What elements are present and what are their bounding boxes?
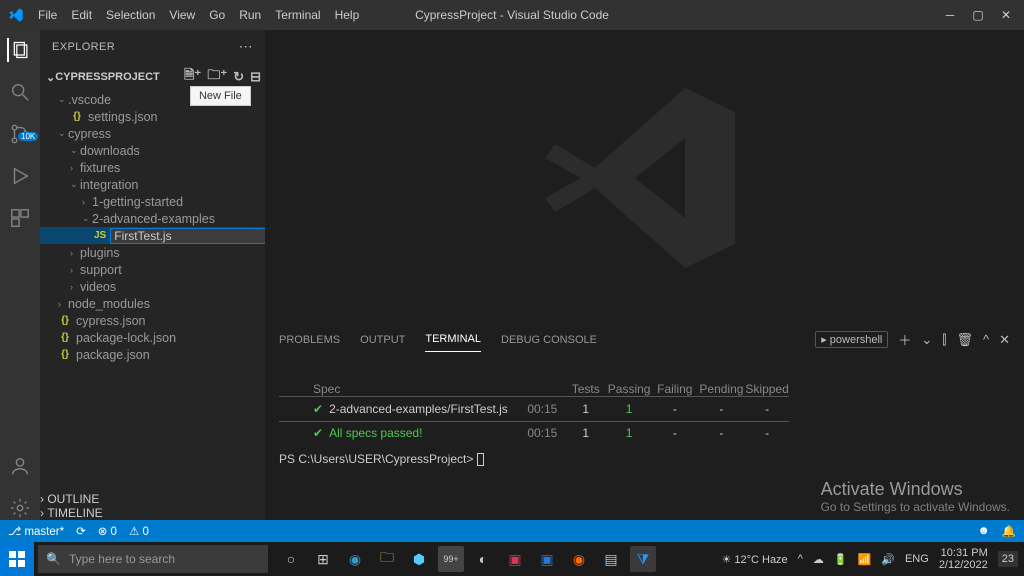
- tray-clock[interactable]: 10:31 PM2/12/2022: [939, 547, 988, 571]
- tray-language[interactable]: ENG: [905, 553, 929, 565]
- kill-terminal-icon[interactable]: 🗑: [956, 332, 973, 348]
- activity-account-icon[interactable]: [8, 454, 32, 478]
- notepad-icon[interactable]: ▤: [598, 546, 624, 572]
- taskbar-search[interactable]: 🔍 Type here to search: [38, 545, 268, 573]
- tray-wifi-icon[interactable]: 📶: [858, 553, 872, 566]
- project-name: CYPRESSPROJECT: [55, 71, 160, 83]
- weather-widget[interactable]: ☀ 12°C Haze: [721, 553, 787, 566]
- split-terminal-icon[interactable]: ⫿: [942, 332, 946, 348]
- new-file-name-input[interactable]: [110, 228, 265, 244]
- close-panel-icon[interactable]: ✕: [999, 332, 1010, 348]
- js-file-icon: JS: [94, 230, 106, 241]
- status-branch[interactable]: ⎇ master*: [8, 524, 64, 538]
- firefox-icon[interactable]: ◉: [566, 546, 592, 572]
- menu-run[interactable]: Run: [233, 4, 267, 26]
- cortana-icon[interactable]: ○: [278, 546, 304, 572]
- tree-file-cypress-json[interactable]: {}cypress.json: [40, 312, 265, 329]
- terminal-summary-row: ✔All specs passed! 00:15 1 1 - - -: [279, 422, 789, 444]
- tree-folder-getting-started[interactable]: ›1-getting-started: [40, 193, 265, 210]
- vscode-logo-icon: [8, 7, 24, 23]
- chrome-icon[interactable]: ◐: [470, 546, 496, 572]
- chevron-down-icon[interactable]: ⌄: [921, 332, 932, 348]
- status-errors[interactable]: ⊗ 0: [98, 524, 117, 538]
- terminal-prompt[interactable]: PS C:\Users\USER\CypressProject>: [279, 452, 1010, 466]
- tree-folder-cypress[interactable]: ⌄cypress: [40, 125, 265, 142]
- explorer-more-icon[interactable]: ⋯: [239, 38, 253, 55]
- tree-folder-node-modules[interactable]: ›node_modules: [40, 295, 265, 312]
- store-icon[interactable]: ⬢: [406, 546, 432, 572]
- tree-folder-videos[interactable]: ›videos: [40, 278, 265, 295]
- maximize-icon[interactable]: ▢: [972, 8, 984, 22]
- new-terminal-icon[interactable]: ＋: [898, 330, 911, 349]
- word-icon[interactable]: ▣: [534, 546, 560, 572]
- new-file-icon[interactable]: 🗎⁺: [184, 66, 201, 88]
- windows-start-button[interactable]: [0, 542, 34, 576]
- activity-extensions-icon[interactable]: [8, 206, 32, 230]
- activity-debug-icon[interactable]: [8, 164, 32, 188]
- activity-settings-icon[interactable]: [8, 496, 32, 520]
- timeline-section[interactable]: › TIMELINE: [40, 506, 265, 520]
- tree-new-file-input-row[interactable]: JS: [40, 227, 265, 244]
- close-icon[interactable]: ✕: [1000, 8, 1012, 22]
- status-warnings[interactable]: ⚠ 0: [129, 524, 149, 538]
- status-sync-icon[interactable]: ⟳: [76, 524, 86, 538]
- tree-file-settings[interactable]: {}settings.json: [40, 108, 265, 125]
- maximize-panel-icon[interactable]: ^: [983, 332, 989, 347]
- tray-chevron-icon[interactable]: ^: [798, 553, 803, 565]
- search-placeholder: Type here to search: [69, 552, 175, 566]
- menu-file[interactable]: File: [32, 4, 63, 26]
- new-folder-icon[interactable]: 🗀⁺: [207, 66, 227, 88]
- refresh-icon[interactable]: ↻: [233, 69, 244, 85]
- tray-notifications-icon[interactable]: 23: [998, 551, 1018, 567]
- minimize-icon[interactable]: ─: [944, 8, 956, 22]
- menu-edit[interactable]: Edit: [65, 4, 98, 26]
- terminal-shell-dropdown[interactable]: ▸ powershell: [815, 331, 888, 348]
- activity-search-icon[interactable]: [8, 80, 32, 104]
- status-feedback-icon[interactable]: ☻: [978, 525, 990, 537]
- menu-terminal[interactable]: Terminal: [269, 4, 326, 26]
- outline-section[interactable]: › OUTLINE: [40, 492, 265, 506]
- tree-folder-plugins[interactable]: ›plugins: [40, 244, 265, 261]
- menu-help[interactable]: Help: [329, 4, 366, 26]
- vscode-taskbar-icon[interactable]: ⧩: [630, 546, 656, 572]
- collapse-icon[interactable]: ⊟: [250, 69, 261, 85]
- vscode-watermark-icon: [265, 30, 1024, 325]
- edge-icon[interactable]: ◉: [342, 546, 368, 572]
- tree-folder-integration[interactable]: ⌄integration: [40, 176, 265, 193]
- tree-folder-advanced-examples[interactable]: ⌄2-advanced-examples: [40, 210, 265, 227]
- tab-terminal[interactable]: TERMINAL: [425, 327, 481, 352]
- tab-problems[interactable]: PROBLEMS: [279, 328, 340, 352]
- chevron-down-icon[interactable]: ⌄: [46, 71, 55, 84]
- tree-file-package-json[interactable]: {}package.json: [40, 346, 265, 363]
- menu-selection[interactable]: Selection: [100, 4, 161, 26]
- powerpoint-icon[interactable]: ▣: [502, 546, 528, 572]
- explorer-icon[interactable]: 🗀: [374, 546, 400, 572]
- terminal-spec-row: ✔2-advanced-examples/FirstTest.js 00:15 …: [279, 396, 789, 422]
- mail-badge-icon[interactable]: 99+: [438, 546, 464, 572]
- tree-file-package-lock[interactable]: {}package-lock.json: [40, 329, 265, 346]
- menu-go[interactable]: Go: [203, 4, 231, 26]
- menu-view[interactable]: View: [163, 4, 201, 26]
- terminal-table-header: Spec Tests Passing Failing Pending Skipp…: [279, 382, 789, 396]
- window-title: CypressProject - Visual Studio Code: [415, 8, 609, 22]
- tree-folder-fixtures[interactable]: ›fixtures: [40, 159, 265, 176]
- explorer-title: EXPLORER: [52, 41, 115, 53]
- tab-output[interactable]: OUTPUT: [360, 328, 405, 352]
- activity-explorer-icon[interactable]: [7, 38, 31, 62]
- tray-battery-icon[interactable]: 🔋: [834, 553, 848, 566]
- tree-folder-downloads[interactable]: ⌄downloads: [40, 142, 265, 159]
- task-view-icon[interactable]: ⊞: [310, 546, 336, 572]
- search-icon: 🔍: [46, 552, 61, 566]
- activate-windows-overlay: Activate Windows Go to Settings to activ…: [821, 479, 1010, 514]
- activity-source-control-icon[interactable]: [8, 122, 32, 146]
- status-bell-icon[interactable]: 🔔: [1002, 524, 1016, 538]
- new-file-tooltip: New File: [190, 86, 251, 106]
- tab-debug-console[interactable]: DEBUG CONSOLE: [501, 328, 597, 352]
- menu-bar: File Edit Selection View Go Run Terminal…: [32, 4, 365, 26]
- tray-volume-icon[interactable]: 🔊: [881, 553, 895, 566]
- tray-cloud-icon[interactable]: ☁: [813, 553, 824, 566]
- tree-folder-support[interactable]: ›support: [40, 261, 265, 278]
